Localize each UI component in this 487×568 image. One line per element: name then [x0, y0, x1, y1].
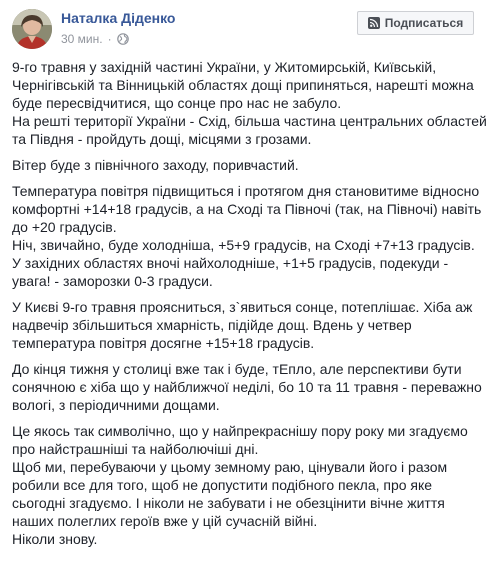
subscribe-button[interactable]: Подписаться: [357, 11, 474, 35]
post-text-line: До кінця тижня у столиці вже так і буде,…: [12, 361, 462, 377]
post-paragraph: У Києві 9-го травня проясниться, з`явить…: [12, 298, 482, 352]
post-text-line: сонячною є хіба що у найближчої неділі, …: [12, 379, 482, 395]
post-paragraph: Це якось так символічно, що у найпрекрас…: [12, 422, 482, 548]
post-text-line: У Києві 9-го травня проясниться, з`явить…: [12, 299, 473, 315]
post-header: Наталка Діденко 30 мин. · Подписаться: [0, 0, 487, 56]
globe-icon[interactable]: [116, 33, 129, 45]
post-text-line: увага! - заморозки 0-3 градуси.: [12, 273, 213, 289]
post-text-line: Ніч, звичайно, буде холодніша, +5+9 град…: [12, 237, 475, 253]
post-text-line: Щоб ми, перебуваючи у цьому земному раю,…: [12, 459, 448, 475]
post-text-line: буде пересвідчитися, що сонце про нас не…: [12, 95, 342, 111]
post-text-line: вологі, з періодичними дощами.: [12, 397, 220, 413]
author-name[interactable]: Наталка Діденко: [61, 10, 175, 26]
post-text-line: температура повітря досягне +15+18 граду…: [12, 335, 315, 351]
post-meta: 30 мин. ·: [61, 32, 129, 46]
post-text-line: надвечір збільшиться хмарність, підійде …: [12, 317, 412, 333]
post-text-line: робили все для того, щоб не допустити по…: [12, 477, 433, 493]
post-text-line: сьогодні згадуємо. І ніколи не забувати …: [12, 495, 445, 511]
rss-icon: [367, 17, 380, 29]
post-text-line: Вітер буде з північного заходу, поривчас…: [12, 157, 299, 173]
avatar[interactable]: [12, 9, 52, 49]
post-text-line: до +20 градусів.: [12, 219, 117, 235]
post-text-line: про найстрашніші та найболючіші дні.: [12, 441, 259, 457]
post-text-line: Температура повітря підвищиться і протяг…: [12, 183, 480, 199]
post-text-line: та Півдня - пройдуть дощі, місцями з гро…: [12, 131, 312, 147]
post-text-line: Це якось так символічно, що у найпрекрас…: [12, 423, 468, 439]
post-text-line: наших полеглих героїв вже у цій сучасній…: [12, 513, 318, 529]
post-paragraph: Вітер буде з північного заходу, поривчас…: [12, 156, 482, 174]
post-text-line: У західних областях вночі найхолодніше, …: [12, 255, 449, 271]
post-text-line: Ніколи знову.: [12, 531, 98, 547]
post-paragraph: Температура повітря підвищиться і протяг…: [12, 182, 482, 290]
post-body: 9-го травня у західній частині України, …: [12, 58, 487, 556]
post-timestamp[interactable]: 30 мин.: [61, 32, 103, 46]
post-paragraph: 9-го травня у західній частині України, …: [12, 58, 487, 148]
post-text-line: 9-го травня у західній частині України, …: [12, 59, 437, 75]
subscribe-label: Подписаться: [384, 16, 464, 30]
post-text-line: Чернігівській та Вінницькій областях дощ…: [12, 77, 474, 93]
meta-separator: ·: [107, 32, 112, 46]
post-paragraph: До кінця тижня у столиці вже так і буде,…: [12, 360, 482, 414]
post-text-line: На решті території України - Схід, більш…: [12, 113, 487, 129]
post-text-line: комфортні +14+18 градусів, а на Сході та…: [12, 201, 482, 217]
